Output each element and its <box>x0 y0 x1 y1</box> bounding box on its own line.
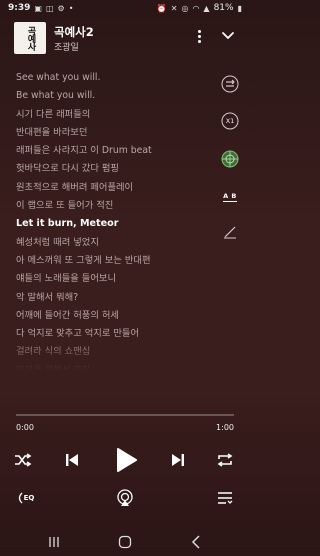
battery-percent: 81% <box>213 3 234 13</box>
playlist-button[interactable] <box>214 488 236 508</box>
song-title: 곡예사2 <box>54 25 94 39</box>
battery-icon: ▮ <box>237 3 242 13</box>
time-current: 0:00 <box>16 423 34 432</box>
play-button[interactable] <box>112 444 140 476</box>
lyrics-sync-button[interactable] <box>220 74 240 94</box>
status-time: 9:39 <box>8 3 31 13</box>
lyric-line[interactable]: 래퍼들은 사라지고 이 Drum beat <box>16 142 211 160</box>
lyric-line[interactable]: 원초적으로 해버려 페어플레이 <box>16 179 211 197</box>
home-button[interactable] <box>115 532 135 552</box>
bottom-toolbar: EQ <box>0 486 250 510</box>
wifi-icon: ◠ <box>192 3 200 13</box>
crosshair-icon <box>221 150 239 168</box>
collapse-button[interactable] <box>218 26 238 46</box>
lyric-line[interactable]: 어깨에 들어간 허풍의 허세 <box>16 307 211 325</box>
dot-icon <box>197 39 201 43</box>
location-icon: ◎ <box>181 3 189 13</box>
dot-icon <box>197 34 201 38</box>
playback-controls <box>0 440 250 480</box>
dot-icon <box>197 29 201 33</box>
shuffle-button[interactable] <box>12 450 34 470</box>
lyrics-panel[interactable]: See what you will. Be what you will. 시기 다른… <box>16 69 211 371</box>
eq-label: EQ <box>23 494 35 502</box>
previous-button[interactable] <box>61 450 83 470</box>
player-header: 곡예사 곡예사2 조광일 <box>0 20 250 56</box>
more-options-button[interactable] <box>192 26 206 46</box>
focus-button[interactable] <box>220 149 240 169</box>
repeat-button[interactable] <box>214 450 236 470</box>
recents-icon <box>49 537 59 547</box>
write-button[interactable] <box>220 222 240 242</box>
repeat-icon <box>217 453 233 467</box>
lyric-line[interactable]: 반대편을 바라보던 <box>16 124 211 142</box>
lyric-line[interactable]: 걸려라 식의 쇼맨십 <box>16 343 211 361</box>
lyric-line[interactable]: 헛바닥으로 다시 갔다 펌핑 <box>16 160 211 178</box>
song-artist[interactable]: 조광일 <box>54 40 79 53</box>
signal-icon: ▲ <box>203 3 210 13</box>
next-button[interactable] <box>167 450 189 470</box>
pen-icon <box>224 226 236 239</box>
lyric-line[interactable]: See what you will. <box>16 69 211 87</box>
system-nav-bar <box>0 528 250 556</box>
time-total: 1:00 <box>216 423 234 432</box>
previous-icon <box>66 454 78 466</box>
cast-icon <box>117 489 133 506</box>
back-button[interactable] <box>186 532 206 552</box>
speed-label: X1 <box>225 117 235 125</box>
home-icon <box>118 535 132 549</box>
lyric-line[interactable]: 아 메스꺼워 또 그렇게 보는 반대편 <box>16 252 211 270</box>
equalizer-button[interactable]: EQ <box>14 488 36 508</box>
next-icon <box>172 454 184 466</box>
lyric-line[interactable]: Be what you will. <box>16 87 211 105</box>
lyric-line[interactable]: 다 억지로 맞추고 억지로 만들어 <box>16 325 211 343</box>
speed-button[interactable]: X1 <box>220 111 240 131</box>
lyric-line[interactable]: 악 말해서 뭐해? <box>16 289 211 307</box>
back-icon <box>191 535 200 549</box>
lyric-line-current[interactable]: Let it burn, Meteor <box>16 215 211 233</box>
shuffle-icon <box>15 453 32 467</box>
status-bar: 9:39 ▣ ◫ ⚙ • ⏰ ✕ ◎ ◠ ▲ 81% ▮ <box>0 0 250 16</box>
lyric-line[interactable]: 시기 다른 래퍼들의 <box>16 106 211 124</box>
sync-icon <box>221 75 239 93</box>
lyric-line[interactable]: 이 랩으로 또 들어가 적진 <box>16 197 211 215</box>
translate-button[interactable]: A B <box>220 187 240 207</box>
album-art[interactable]: 곡예사 <box>14 22 46 54</box>
album-art-text: 곡예사 <box>25 26 36 50</box>
cast-button[interactable] <box>114 487 136 509</box>
progress-bar[interactable] <box>16 414 234 416</box>
settings-icon: ⚙ <box>57 3 65 13</box>
dot-icon: • <box>68 3 74 13</box>
equalizer-icon <box>18 492 23 504</box>
lyric-line[interactable]: 얘들의 노래들을 들어보니 <box>16 270 211 288</box>
chevron-down-icon <box>222 32 234 39</box>
translate-label: A B <box>223 192 237 202</box>
playlist-icon <box>218 492 233 504</box>
lyric-line[interactable]: 인기를 위해서 하지 <box>16 362 211 371</box>
notification-icon: ▣ <box>34 3 42 13</box>
recents-button[interactable] <box>44 532 64 552</box>
mute-icon: ✕ <box>170 3 178 13</box>
play-icon <box>117 448 137 472</box>
message-icon: ◫ <box>45 3 54 13</box>
lyric-line[interactable]: 혜성처럼 때려 넣었지 <box>16 234 211 252</box>
alarm-icon: ⏰ <box>156 3 167 13</box>
